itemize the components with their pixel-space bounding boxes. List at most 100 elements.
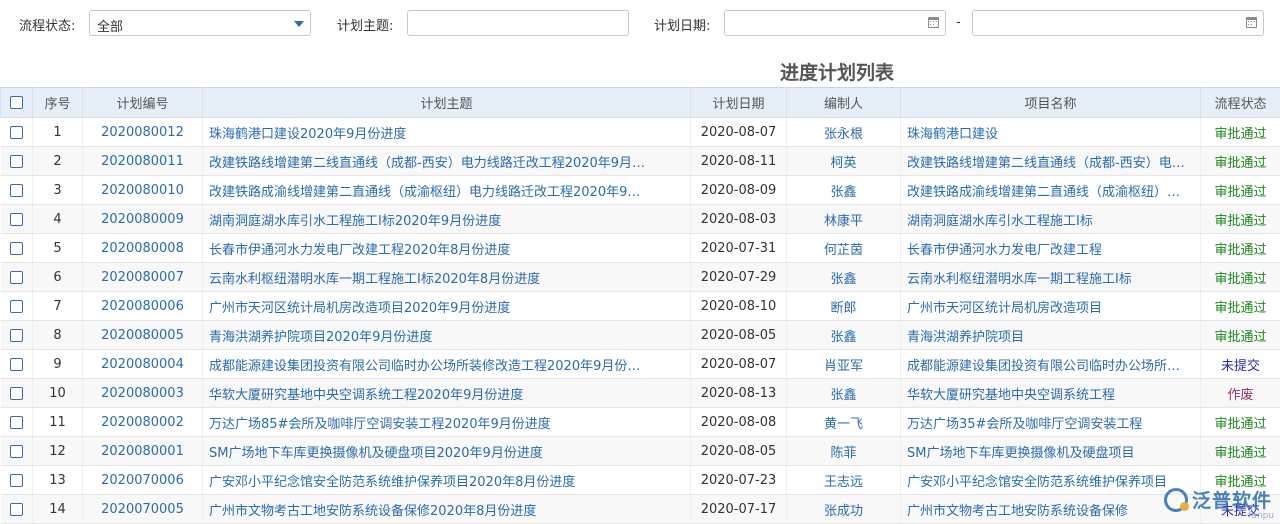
- row-code-link[interactable]: 2020080008: [83, 234, 203, 263]
- row-select-cell[interactable]: [1, 466, 33, 495]
- row-checkbox[interactable]: [10, 474, 23, 487]
- row-subject-link[interactable]: 云南水利枢纽潜明水库一期工程施工I标2020年8月份进度: [203, 263, 691, 292]
- col-header-author[interactable]: 编制人: [787, 88, 901, 118]
- row-code-link[interactable]: 2020080004: [83, 350, 203, 379]
- row-subject-link[interactable]: 长春市伊通河水力发电厂改建工程2020年8月份进度: [203, 234, 691, 263]
- row-subject-link[interactable]: 万达广场85#会所及咖啡厅空调安装工程2020年9月份进度: [203, 408, 691, 437]
- table-row[interactable]: 112020080002万达广场85#会所及咖啡厅空调安装工程2020年9月份进…: [1, 408, 1280, 437]
- table-row[interactable]: 32020080010改建铁路成渝线增建第二直通线（成渝枢纽）电力线路迁改工程2…: [1, 176, 1280, 205]
- row-select-cell[interactable]: [1, 147, 33, 176]
- row-select-cell[interactable]: [1, 350, 33, 379]
- table-row[interactable]: 12020080012珠海鹤港口建设2020年9月份进度2020-08-07张永…: [1, 118, 1280, 147]
- row-checkbox[interactable]: [10, 329, 23, 342]
- table-row[interactable]: 122020080001SM广场地下车库更换摄像机及硬盘项目2020年9月份进度…: [1, 437, 1280, 466]
- table-row[interactable]: 52020080008长春市伊通河水力发电厂改建工程2020年8月份进度2020…: [1, 234, 1280, 263]
- row-code-link[interactable]: 2020080006: [83, 292, 203, 321]
- calendar-icon[interactable]: [928, 17, 939, 28]
- chevron-down-icon[interactable]: [294, 21, 304, 27]
- row-checkbox[interactable]: [10, 213, 23, 226]
- row-project-link[interactable]: 长春市伊通河水力发电厂改建工程: [901, 234, 1201, 263]
- row-checkbox[interactable]: [10, 416, 23, 429]
- row-checkbox[interactable]: [10, 445, 23, 458]
- row-subject-link[interactable]: 广州市文物考古工地安防系统设备保修2020年8月份进度: [203, 495, 691, 524]
- row-select-cell[interactable]: [1, 437, 33, 466]
- row-checkbox[interactable]: [10, 503, 23, 516]
- table-row[interactable]: 92020080004成都能源建设集团投资有限公司临时办公场所装修改造工程202…: [1, 350, 1280, 379]
- row-project-link[interactable]: 青海洪湖养护院项目: [901, 321, 1201, 350]
- table-row[interactable]: 42020080009湖南洞庭湖水库引水工程施工I标2020年9月份进度2020…: [1, 205, 1280, 234]
- row-code-link[interactable]: 2020080003: [83, 379, 203, 408]
- row-project-link[interactable]: 珠海鹤港口建设: [901, 118, 1201, 147]
- col-header-project[interactable]: 项目名称: [901, 88, 1201, 118]
- table-row[interactable]: 142020070005广州市文物考古工地安防系统设备保修2020年8月份进度2…: [1, 495, 1280, 524]
- row-subject-link[interactable]: 珠海鹤港口建设2020年9月份进度: [203, 118, 691, 147]
- table-row[interactable]: 62020080007云南水利枢纽潜明水库一期工程施工I标2020年8月份进度2…: [1, 263, 1280, 292]
- col-header-seq[interactable]: 序号: [33, 88, 83, 118]
- row-select-cell[interactable]: [1, 176, 33, 205]
- row-code-link[interactable]: 2020070006: [83, 466, 203, 495]
- row-subject-link[interactable]: 湖南洞庭湖水库引水工程施工I标2020年9月份进度: [203, 205, 691, 234]
- date-to-input[interactable]: [972, 10, 1264, 36]
- row-project-link[interactable]: 湖南洞庭湖水库引水工程施工I标: [901, 205, 1201, 234]
- row-code-link[interactable]: 2020080009: [83, 205, 203, 234]
- row-code-link[interactable]: 2020080012: [83, 118, 203, 147]
- row-code-link[interactable]: 2020080007: [83, 263, 203, 292]
- col-header-subject[interactable]: 计划主题: [203, 88, 691, 118]
- row-checkbox[interactable]: [10, 300, 23, 313]
- table-row[interactable]: 132020070006广安邓小平纪念馆安全防范系统维护保养项目2020年8月份…: [1, 466, 1280, 495]
- row-checkbox[interactable]: [10, 358, 23, 371]
- row-subject-link[interactable]: 青海洪湖养护院项目2020年9月份进度: [203, 321, 691, 350]
- row-subject-link[interactable]: 广安邓小平纪念馆安全防范系统维护保养项目2020年8月份进度: [203, 466, 691, 495]
- row-checkbox[interactable]: [10, 155, 23, 168]
- row-code-link[interactable]: 2020080005: [83, 321, 203, 350]
- select-all-cell[interactable]: [1, 88, 33, 118]
- row-select-cell[interactable]: [1, 408, 33, 437]
- row-code-link[interactable]: 2020070005: [83, 495, 203, 524]
- row-checkbox[interactable]: [10, 242, 23, 255]
- table-row[interactable]: 22020080011改建铁路线增建第二线直通线（成都-西安）电力线路迁改工程2…: [1, 147, 1280, 176]
- calendar-icon[interactable]: [1246, 17, 1257, 28]
- row-project-link[interactable]: 广安邓小平纪念馆安全防范系统维护保养项目: [901, 466, 1201, 495]
- row-select-cell[interactable]: [1, 379, 33, 408]
- row-project-link[interactable]: 改建铁路成渝线增建第二直通线（成渝枢纽）…: [901, 176, 1201, 205]
- status-select[interactable]: 全部: [89, 10, 311, 36]
- row-project-link[interactable]: 云南水利枢纽潜明水库一期工程施工I标: [901, 263, 1201, 292]
- table-row[interactable]: 72020080006广州市天河区统计局机房改造项目2020年9月份进度2020…: [1, 292, 1280, 321]
- row-checkbox[interactable]: [10, 126, 23, 139]
- row-checkbox[interactable]: [10, 271, 23, 284]
- table-row[interactable]: 82020080005青海洪湖养护院项目2020年9月份进度2020-08-05…: [1, 321, 1280, 350]
- row-subject-link[interactable]: 成都能源建设集团投资有限公司临时办公场所装修改造工程2020年9月份…: [203, 350, 691, 379]
- row-subject-link[interactable]: SM广场地下车库更换摄像机及硬盘项目2020年9月份进度: [203, 437, 691, 466]
- row-select-cell[interactable]: [1, 118, 33, 147]
- col-header-status[interactable]: 流程状态: [1201, 88, 1280, 118]
- row-select-cell[interactable]: [1, 205, 33, 234]
- row-subject-link[interactable]: 改建铁路线增建第二线直通线（成都-西安）电力线路迁改工程2020年9月…: [203, 147, 691, 176]
- row-project-link[interactable]: 万达广场35#会所及咖啡厅空调安装工程: [901, 408, 1201, 437]
- row-project-link[interactable]: 广州市天河区统计局机房改造项目: [901, 292, 1201, 321]
- row-checkbox[interactable]: [10, 184, 23, 197]
- row-select-cell[interactable]: [1, 263, 33, 292]
- col-header-code[interactable]: 计划编号: [83, 88, 203, 118]
- col-header-date[interactable]: 计划日期: [691, 88, 787, 118]
- row-code-link[interactable]: 2020080002: [83, 408, 203, 437]
- row-select-cell[interactable]: [1, 234, 33, 263]
- row-subject-link[interactable]: 华软大厦研究基地中央空调系统工程2020年9月份进度: [203, 379, 691, 408]
- subject-input[interactable]: [407, 10, 629, 36]
- row-project-link[interactable]: 华软大厦研究基地中央空调系统工程: [901, 379, 1201, 408]
- row-project-link[interactable]: SM广场地下车库更换摄像机及硬盘项目: [901, 437, 1201, 466]
- row-project-link[interactable]: 改建铁路线增建第二线直通线（成都-西安）电…: [901, 147, 1201, 176]
- row-select-cell[interactable]: [1, 292, 33, 321]
- table-row[interactable]: 102020080003华软大厦研究基地中央空调系统工程2020年9月份进度20…: [1, 379, 1280, 408]
- row-select-cell[interactable]: [1, 495, 33, 524]
- row-project-link[interactable]: 成都能源建设集团投资有限公司临时办公场所…: [901, 350, 1201, 379]
- row-subject-link[interactable]: 改建铁路成渝线增建第二直通线（成渝枢纽）电力线路迁改工程2020年9…: [203, 176, 691, 205]
- row-code-link[interactable]: 2020080001: [83, 437, 203, 466]
- select-all-checkbox[interactable]: [10, 96, 23, 109]
- row-checkbox[interactable]: [10, 387, 23, 400]
- row-subject-link[interactable]: 广州市天河区统计局机房改造项目2020年9月份进度: [203, 292, 691, 321]
- row-code-link[interactable]: 2020080010: [83, 176, 203, 205]
- row-code-link[interactable]: 2020080011: [83, 147, 203, 176]
- row-select-cell[interactable]: [1, 321, 33, 350]
- date-from-input[interactable]: [724, 10, 946, 36]
- row-project-link[interactable]: 广州市文物考古工地安防系统设备保修: [901, 495, 1201, 524]
